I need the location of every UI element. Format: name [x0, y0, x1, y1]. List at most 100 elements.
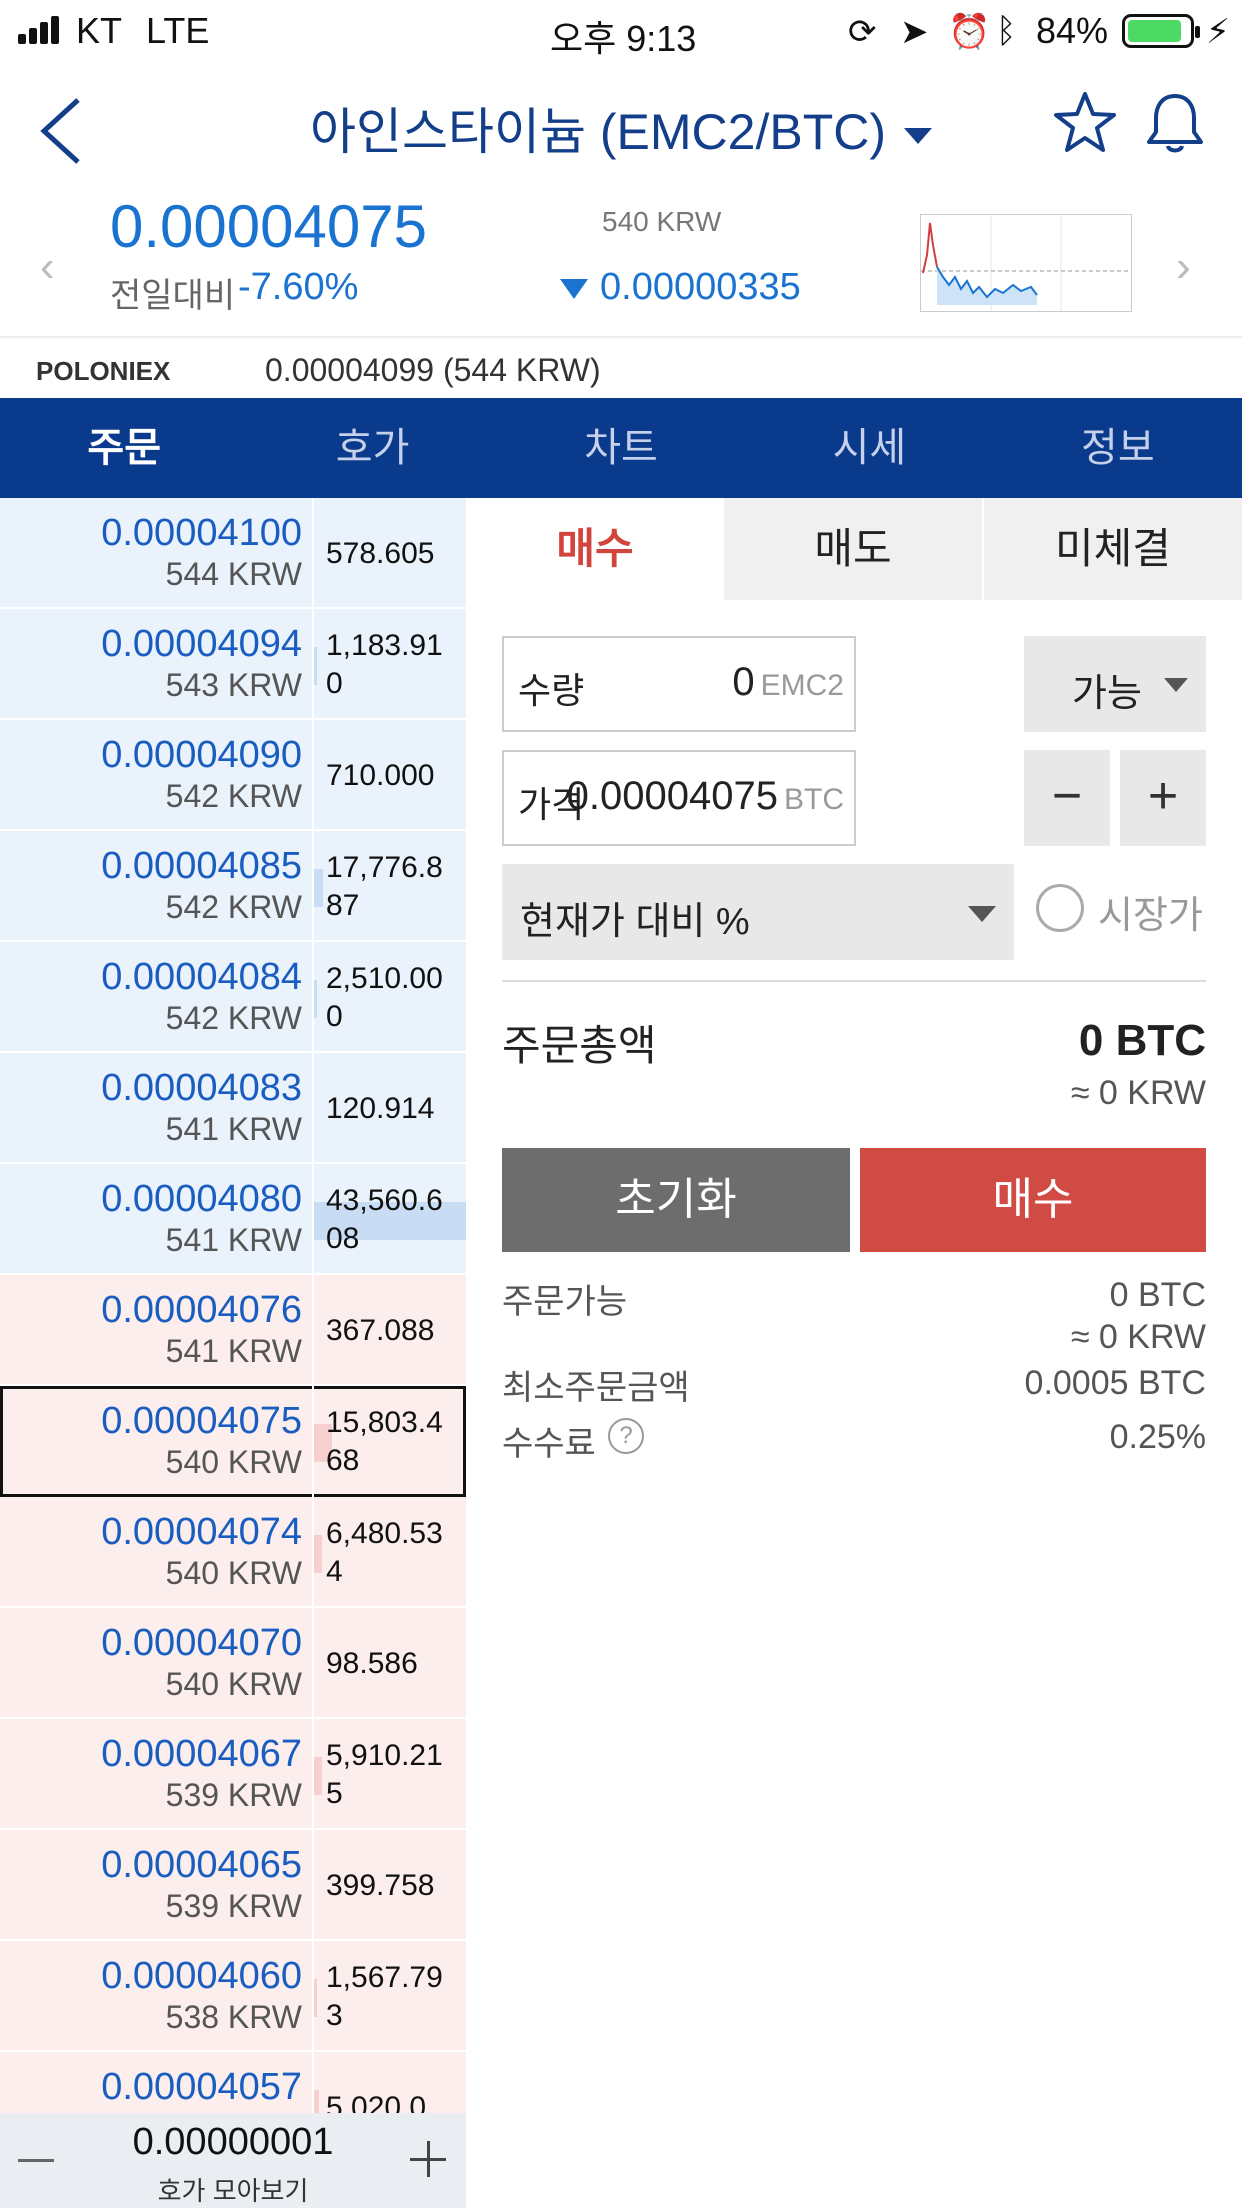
- order-subtabs: 매수 매도 미체결: [466, 498, 1242, 600]
- alarm-bell-icon[interactable]: [1144, 90, 1206, 156]
- percent-select[interactable]: 현재가 대비 %: [502, 864, 1014, 960]
- orderbook-price: 0.00004057: [101, 2066, 302, 2108]
- column-divider: [312, 1053, 314, 1164]
- column-divider: [312, 1941, 314, 2052]
- orderbook-price: 0.00004065: [101, 1844, 302, 1886]
- divider: [502, 980, 1206, 982]
- price-increase-button[interactable]: +: [1120, 750, 1206, 846]
- orderbook-quantity: 98.586: [326, 1646, 418, 1680]
- orderbook-price: 0.00004080: [101, 1178, 302, 1220]
- orderbook-row[interactable]: 0.00004080 541 KRW 43,560.608: [0, 1164, 466, 1275]
- quantity-field[interactable]: 수량 0 EMC2: [502, 636, 856, 732]
- orderbook-row-current[interactable]: 0.00004075 540 KRW 15,803.468: [0, 1386, 466, 1497]
- orderbook-price: 0.00004094: [101, 623, 302, 665]
- dropdown-arrow-icon: [968, 906, 996, 922]
- orderbook-price: 0.00004060: [101, 1955, 302, 1997]
- next-coin-arrow-icon[interactable]: ›: [1176, 242, 1191, 292]
- tab-order[interactable]: 주문: [0, 398, 248, 498]
- orderbook-row[interactable]: 0.00004076 541 KRW 367.088: [0, 1275, 466, 1386]
- orderbook-row[interactable]: 0.00004057 5,020.0: [0, 2052, 466, 2113]
- krw-price: 540 KRW: [602, 206, 722, 237]
- orderbook-krw: 540 KRW: [165, 1555, 302, 1591]
- nav-bar: 아인스타이늄 (EMC2/BTC): [0, 62, 1242, 192]
- step-increase-button[interactable]: [410, 2141, 446, 2177]
- orderbook-row[interactable]: 0.00004094 543 KRW 1,183.910: [0, 609, 466, 720]
- tab-info[interactable]: 정보: [994, 398, 1242, 498]
- orderbook-krw: 541 KRW: [165, 1222, 302, 1258]
- mini-chart[interactable]: [920, 214, 1132, 312]
- orderbook-row[interactable]: 0.00004065 539 KRW 399.758: [0, 1830, 466, 1941]
- orderbook-row[interactable]: 0.00004070 540 KRW 98.586: [0, 1608, 466, 1719]
- tab-orderbook[interactable]: 호가: [248, 398, 496, 498]
- favorite-star-icon[interactable]: [1052, 90, 1118, 156]
- dropdown-caret-icon: [904, 127, 932, 144]
- current-price: 0.00004075: [110, 193, 427, 260]
- column-divider: [312, 2052, 314, 2113]
- fee-label: 수수료: [502, 1425, 596, 1463]
- volume-bar: [314, 1757, 322, 1795]
- orderbook-grouping-bar: 0.00000001 호가 모아보기: [0, 2113, 466, 2208]
- market-title: 아인스타이늄 (EMC2/BTC): [310, 104, 886, 160]
- grouping-label: 호가 모아보기: [157, 2176, 309, 2206]
- prev-coin-arrow-icon[interactable]: ‹: [40, 242, 55, 292]
- orderbook-quantity: 15,803.468: [326, 1405, 443, 1477]
- orderbook-price: 0.00004100: [101, 512, 302, 554]
- orderbook-row[interactable]: 0.00004060 538 KRW 1,567.793: [0, 1941, 466, 2052]
- market-order-radio[interactable]: [1036, 884, 1084, 932]
- column-divider: [312, 498, 314, 609]
- subtab-sell[interactable]: 매도: [724, 498, 982, 600]
- rotation-lock-icon: ⟳: [848, 13, 877, 51]
- alarm-icon: ⏰: [948, 13, 991, 51]
- orderbook-krw: 540 KRW: [165, 1666, 302, 1702]
- available-dropdown[interactable]: 가능: [1024, 636, 1206, 732]
- orderbook-quantity: 2,510.000: [326, 961, 443, 1033]
- column-divider: [312, 1830, 314, 1941]
- carrier-label: KT: [76, 10, 123, 51]
- price-decrease-button[interactable]: −: [1024, 750, 1110, 846]
- orderbook[interactable]: 0.00004100 544 KRW 578.605 0.00004094 543 KR…: [0, 498, 466, 2113]
- subtab-open-orders[interactable]: 미체결: [984, 498, 1242, 600]
- signal-icon: [18, 16, 62, 44]
- orderbook-quantity: 578.605: [326, 536, 435, 570]
- column-divider: [312, 1719, 314, 1830]
- poloniex-price-row: POLONIEX 0.00004099 (544 KRW): [0, 336, 1242, 400]
- tab-chart[interactable]: 차트: [497, 398, 745, 498]
- battery-icon: [1122, 14, 1200, 48]
- orderbook-row[interactable]: 0.00004090 542 KRW 710.000: [0, 720, 466, 831]
- orderbook-quantity: 43,560.608: [326, 1183, 443, 1255]
- exchange-name: POLONIEX: [36, 356, 171, 386]
- main-tab-bar: 주문 호가 차트 시세 정보: [0, 398, 1242, 498]
- price-field[interactable]: 가격 0.00004075 BTC: [502, 750, 856, 846]
- orderbook-quantity: 5,020.0: [326, 2090, 427, 2114]
- orderbook-price: 0.00004085: [101, 845, 302, 887]
- available-amount-label: 주문가능: [502, 1283, 628, 1321]
- help-icon[interactable]: ?: [608, 1418, 644, 1454]
- subtab-buy[interactable]: 매수: [466, 498, 724, 600]
- orderbook-row[interactable]: 0.00004100 544 KRW 578.605: [0, 498, 466, 609]
- volume-bar: [314, 1535, 322, 1573]
- orderbook-row[interactable]: 0.00004084 542 KRW 2,510.000: [0, 942, 466, 1053]
- column-divider: [312, 1275, 314, 1386]
- quantity-label: 수량: [518, 670, 585, 711]
- orderbook-price: 0.00004074: [101, 1511, 302, 1553]
- battery-percent: 84%: [1036, 10, 1109, 51]
- orderbook-quantity: 710.000: [326, 758, 435, 792]
- exchange-price: 0.00004099 (544 KRW): [265, 352, 601, 388]
- min-order-value: 0.0005 BTC: [1024, 1364, 1206, 1402]
- order-total-label: 주문총액: [502, 1022, 657, 1069]
- price-value: 0.00004075 BTC: [566, 774, 844, 818]
- orderbook-row[interactable]: 0.00004085 542 KRW 17,776.887: [0, 831, 466, 942]
- grouping-step-value: 0.00000001: [132, 2121, 334, 2163]
- reset-button[interactable]: 초기화: [502, 1148, 850, 1252]
- min-order-label: 최소주문금액: [502, 1369, 690, 1407]
- orderbook-row[interactable]: 0.00004083 541 KRW 120.914: [0, 1053, 466, 1164]
- orderbook-row[interactable]: 0.00004074 540 KRW 6,480.534: [0, 1497, 466, 1608]
- orderbook-quantity: 5,910.215: [326, 1738, 443, 1810]
- orderbook-quantity: 1,567.793: [326, 1960, 443, 2032]
- orderbook-price: 0.00004090: [101, 734, 302, 776]
- tab-market-price[interactable]: 시세: [745, 398, 993, 498]
- orderbook-krw: 542 KRW: [165, 889, 302, 925]
- orderbook-row[interactable]: 0.00004067 539 KRW 5,910.215: [0, 1719, 466, 1830]
- quantity-value: 0 EMC2: [732, 660, 844, 704]
- buy-button[interactable]: 매수: [860, 1148, 1206, 1252]
